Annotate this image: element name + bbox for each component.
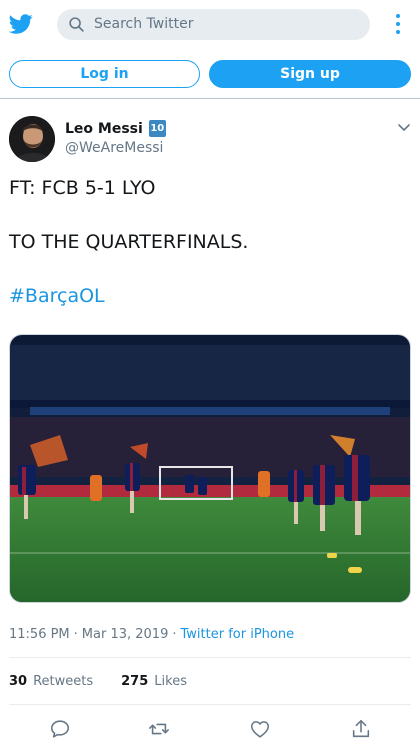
top-bar: Search Twitter xyxy=(0,0,420,50)
reply-icon[interactable] xyxy=(49,718,71,740)
search-input[interactable]: Search Twitter xyxy=(94,9,193,40)
signup-button[interactable]: Sign up xyxy=(209,60,411,88)
twitter-bird-icon[interactable] xyxy=(9,12,33,36)
tweet-text-line: TO THE QUARTERFINALS. xyxy=(9,231,249,253)
likes-label: Likes xyxy=(154,674,187,689)
tweet-photo[interactable] xyxy=(9,334,411,603)
hashtag-link[interactable]: #BarçaOL xyxy=(9,285,105,307)
divider xyxy=(9,704,411,705)
tweet-meta: 11:56 PM · Mar 13, 2019 · Twitter for iP… xyxy=(9,627,294,642)
meta-separator: · xyxy=(172,627,177,642)
likes-stat[interactable]: 275 Likes xyxy=(121,674,187,689)
likes-count: 275 xyxy=(121,674,149,689)
tweet-stats: 30 Retweets 275 Likes xyxy=(9,674,187,689)
retweets-label: Retweets xyxy=(33,674,94,689)
author-name[interactable]: Leo Messi xyxy=(65,121,143,137)
more-vertical-icon[interactable] xyxy=(391,12,405,36)
share-icon[interactable] xyxy=(350,718,372,740)
tweet-source-link[interactable]: Twitter for iPhone xyxy=(181,627,295,642)
header-divider xyxy=(0,98,420,99)
retweets-stat[interactable]: 30 Retweets xyxy=(9,674,93,689)
chevron-down-icon[interactable] xyxy=(397,121,411,135)
keycap-ten-emoji: 10 xyxy=(148,120,166,137)
login-button[interactable]: Log in xyxy=(9,60,200,88)
tweet-date[interactable]: Mar 13, 2019 xyxy=(82,627,169,642)
like-heart-icon[interactable] xyxy=(249,718,271,740)
retweet-icon[interactable] xyxy=(148,718,170,740)
meta-separator: · xyxy=(73,627,78,642)
tweet-text-line: FT: FCB 5-1 LYO xyxy=(9,177,156,199)
retweets-count: 30 xyxy=(9,674,28,689)
search-bar[interactable]: Search Twitter xyxy=(57,9,370,40)
tweet-time[interactable]: 11:56 PM xyxy=(9,627,70,642)
author-name-row: Leo Messi 10 xyxy=(65,120,166,137)
search-icon xyxy=(69,17,84,32)
divider xyxy=(9,657,411,658)
author-handle[interactable]: @WeAreMessi xyxy=(65,140,163,156)
avatar[interactable] xyxy=(9,116,55,162)
